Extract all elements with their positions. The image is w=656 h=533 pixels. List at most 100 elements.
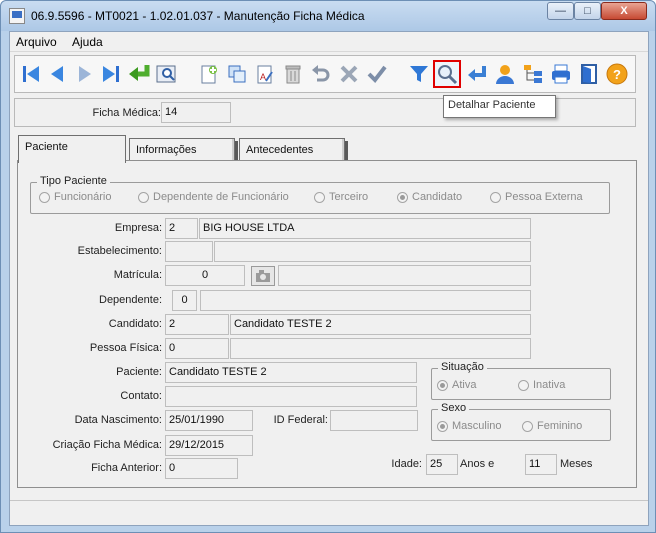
empresa-code-field[interactable]: 2 [165, 218, 198, 239]
edit-button[interactable]: A [251, 60, 279, 88]
exit-button[interactable] [575, 60, 603, 88]
menu-ajuda[interactable]: Ajuda [72, 35, 103, 49]
radio-dot [522, 420, 533, 432]
data-nascimento-field[interactable]: 25/01/1990 [165, 410, 253, 431]
matricula-name-field [278, 265, 531, 286]
pessoa-fisica-name-field [230, 338, 531, 359]
previous-record-button[interactable] [43, 60, 71, 88]
detail-patient-button[interactable] [433, 60, 461, 88]
paciente-field[interactable]: Candidato TESTE 2 [165, 362, 417, 383]
tipo-paciente-group: Tipo Paciente Funcionário Dependente de … [30, 175, 610, 214]
estabelecimento-label: Estabelecimento: [77, 245, 162, 257]
radio-candidato-label: Candidato [412, 191, 463, 203]
radio-pessoa-externa[interactable]: Pessoa Externa [490, 191, 583, 203]
radio-terceiro-label: Terceiro [329, 191, 369, 203]
new-button[interactable] [195, 60, 223, 88]
radio-dependente-funcionario[interactable]: Dependente de Funcionário [138, 191, 289, 203]
pessoa-fisica-code-field[interactable]: 0 [165, 338, 229, 359]
situacao-group: Situação Ativa Inativa [431, 361, 611, 400]
ficha-anterior-field[interactable]: 0 [165, 458, 238, 479]
goto-button[interactable] [125, 60, 153, 88]
print-icon [552, 64, 570, 84]
radio-dot-selected [437, 420, 448, 432]
radio-feminino[interactable]: Feminino [522, 420, 582, 432]
matricula-code-field[interactable]: 0 [165, 265, 245, 286]
delete-button[interactable] [279, 60, 307, 88]
estabelecimento-name-field [214, 241, 531, 262]
window-title: 06.9.5596 - MT0021 - 1.02.01.037 - Manut… [31, 9, 365, 23]
tree-button[interactable] [519, 60, 547, 88]
maximize-button[interactable]: □ [574, 2, 601, 20]
user-button[interactable] [491, 60, 519, 88]
radio-dot [39, 191, 50, 203]
filter-button[interactable] [405, 60, 433, 88]
radio-dot-selected [397, 191, 408, 203]
copy-button[interactable] [223, 60, 251, 88]
cancel-button[interactable] [335, 60, 363, 88]
filter-icon [410, 66, 428, 82]
ficha-anterior-label: Ficha Anterior: [91, 462, 162, 474]
minimize-button[interactable]: — [547, 2, 574, 20]
criacao-ficha-label: Criação Ficha Médica: [52, 439, 162, 451]
confirm-icon [367, 65, 387, 84]
title-bar[interactable]: 06.9.5596 - MT0021 - 1.02.01.037 - Manut… [1, 1, 655, 31]
matricula-label: Matrícula: [113, 269, 162, 281]
contato-field[interactable] [165, 386, 417, 407]
anos-label: Anos e [460, 458, 495, 470]
menu-bar: Arquivo Ajuda [10, 32, 648, 52]
close-button[interactable]: X [601, 2, 647, 20]
radio-dependente-label: Dependente de Funcionário [153, 191, 289, 203]
radio-ativa[interactable]: Ativa [437, 379, 476, 391]
print-button[interactable] [547, 60, 575, 88]
last-icon [103, 66, 119, 82]
contato-label: Contato: [120, 390, 162, 402]
radio-masculino[interactable]: Masculino [437, 420, 502, 432]
meses-label: Meses [560, 458, 593, 470]
idade-anos-field[interactable]: 25 [426, 454, 458, 475]
goto-icon [129, 65, 150, 81]
matricula-zoom-button[interactable] [251, 266, 275, 286]
copy-icon [228, 65, 246, 83]
tipo-paciente-title: Tipo Paciente [37, 175, 110, 187]
empresa-name-field: BIG HOUSE LTDA [199, 218, 531, 239]
help-icon: ? [606, 63, 628, 85]
search-record-button[interactable] [153, 60, 181, 88]
criacao-ficha-field[interactable]: 29/12/2015 [165, 435, 253, 456]
radio-candidato[interactable]: Candidato [397, 191, 462, 203]
edit-icon: A [257, 65, 273, 84]
last-record-button[interactable] [97, 60, 125, 88]
exit-icon [581, 64, 597, 84]
help-button[interactable]: ? [603, 60, 631, 88]
empresa-label: Empresa: [114, 222, 162, 234]
ficha-medica-field[interactable]: 14 [161, 102, 231, 123]
user-icon [496, 65, 514, 84]
radio-dot [518, 379, 529, 391]
radio-funcionario-label: Funcionário [54, 191, 112, 203]
sexo-title: Sexo [438, 402, 470, 414]
previous-icon [51, 66, 63, 82]
delete-icon [285, 65, 301, 84]
id-federal-field[interactable] [330, 410, 418, 431]
svg-text:?: ? [613, 67, 621, 82]
radio-feminino-label: Feminino [537, 420, 583, 432]
idade-meses-field[interactable]: 11 [525, 454, 557, 475]
estabelecimento-code-field[interactable] [165, 241, 213, 262]
app-icon [9, 8, 25, 24]
menu-arquivo[interactable]: Arquivo [16, 35, 57, 49]
confirm-button[interactable] [363, 60, 391, 88]
pessoa-fisica-label: Pessoa Física: [89, 342, 162, 354]
dependente-name-field [200, 290, 531, 311]
dependente-code-field[interactable]: 0 [172, 290, 197, 311]
candidato-code-field[interactable]: 2 [165, 314, 229, 335]
data-nascimento-label: Data Nascimento: [74, 414, 162, 426]
status-bar [10, 500, 648, 525]
first-record-button[interactable] [17, 60, 45, 88]
radio-terceiro[interactable]: Terceiro [314, 191, 368, 203]
radio-funcionario[interactable]: Funcionário [39, 191, 111, 203]
radio-inativa[interactable]: Inativa [518, 379, 565, 391]
next-record-button[interactable] [71, 60, 99, 88]
return-button[interactable] [463, 60, 491, 88]
undo-button[interactable] [307, 60, 335, 88]
situacao-title: Situação [438, 361, 487, 373]
tab-paciente[interactable]: Paciente [18, 135, 126, 163]
